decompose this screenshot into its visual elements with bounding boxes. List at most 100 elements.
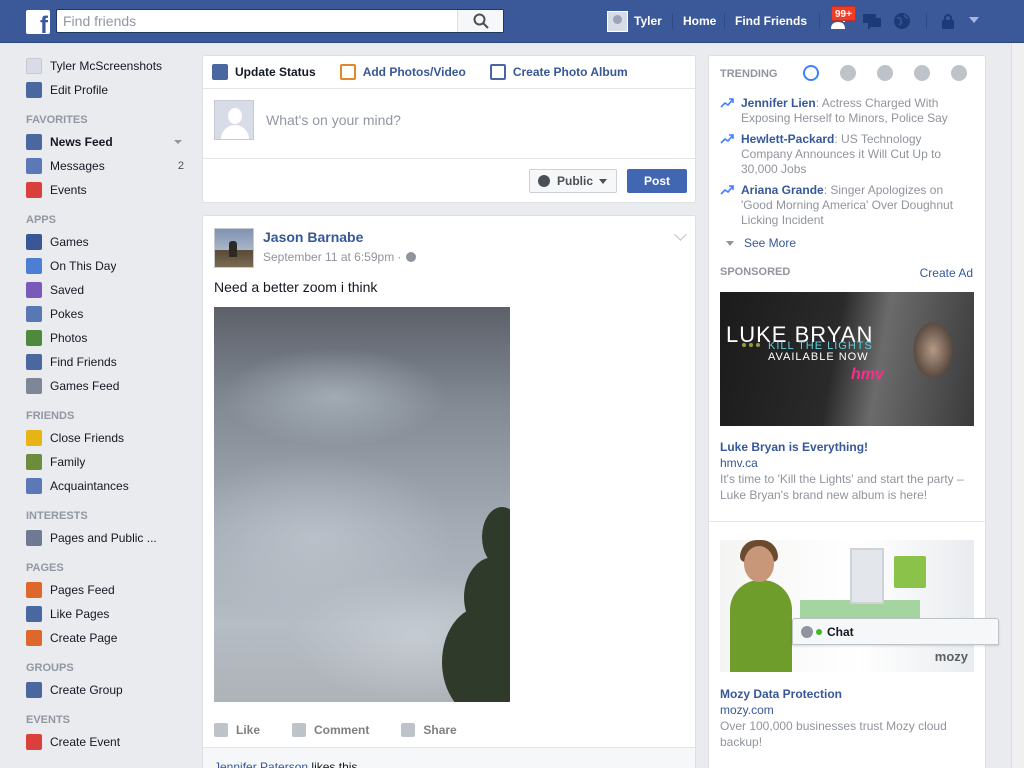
privacy-lock-icon[interactable] (938, 11, 958, 31)
liker-link[interactable]: Jennifer Paterson (214, 760, 308, 768)
post-time[interactable]: September 11 at 6:59pm · (263, 250, 402, 264)
search-button[interactable] (457, 10, 503, 32)
top-user-link[interactable]: Tyler (607, 10, 662, 32)
comment-button[interactable]: Comment (292, 723, 369, 737)
ad-image[interactable]: LUKE BRYAN KILL THE LIGHTS AVAILABLE NOW… (720, 292, 974, 426)
interests-heading: INTERESTS (26, 510, 88, 522)
top-user-name: Tyler (634, 14, 662, 28)
sidebar-item-close-friends[interactable]: Close Friends (26, 426, 192, 450)
share-label: Share (423, 723, 457, 737)
post-author[interactable]: Jason Barnabe (263, 229, 363, 245)
ad-image[interactable]: mozy (720, 540, 974, 672)
create-event-icon (26, 734, 42, 750)
friends-heading: FRIENDS (26, 410, 75, 422)
sidebar-item-pokes[interactable]: Pokes (26, 302, 192, 326)
notifications-globe-icon[interactable] (892, 11, 912, 31)
globe-icon (538, 175, 550, 187)
trending-politics-icon[interactable] (840, 65, 856, 81)
facebook-logo[interactable]: f (26, 10, 50, 34)
tab-update-status[interactable]: Update Status (212, 64, 316, 80)
album-icon (489, 64, 506, 80)
messages-icon[interactable] (862, 11, 882, 31)
tab-create-photo-album[interactable]: Create Photo Album (489, 64, 628, 80)
trending-item[interactable]: Jennifer Lien: Actress Charged With Expo… (720, 96, 970, 126)
sidebar-item-news-feed[interactable]: News Feed (26, 130, 192, 154)
sidebar-item-on-this-day[interactable]: On This Day (26, 254, 192, 278)
sidebar-item-games[interactable]: Games (26, 230, 192, 254)
pokes-icon (26, 306, 42, 322)
ad-domain[interactable]: hmv.ca (720, 456, 758, 470)
status-input[interactable]: What's on your mind? (266, 112, 401, 128)
author-avatar[interactable] (214, 228, 254, 268)
edit-profile-label: Edit Profile (50, 83, 109, 97)
post-photo[interactable] (214, 307, 510, 702)
share-button[interactable]: Share (401, 723, 457, 737)
sidebar-item-label: Games Feed (50, 379, 120, 393)
sidebar-item-label: Create Page (50, 631, 118, 645)
feed-post: Jason Barnabe September 11 at 6:59pm · N… (202, 215, 696, 768)
home-link[interactable]: Home (683, 14, 716, 28)
sidebar-item-pages-and-public[interactable]: Pages and Public ... (26, 526, 192, 550)
account-menu-caret-icon[interactable] (969, 17, 979, 23)
ad-monitor (850, 548, 884, 604)
post-button[interactable]: Post (627, 169, 687, 193)
like-button[interactable]: Like (214, 723, 260, 737)
scrollbar[interactable] (1011, 43, 1024, 768)
chat-label: Chat (827, 624, 854, 639)
top-bar: f Tyler Home Find Friends 99+ (0, 0, 1024, 43)
divider (672, 13, 673, 29)
like-pages-icon (26, 606, 42, 622)
sidebar-item-games-feed[interactable]: Games Feed (26, 374, 192, 398)
globe-icon (405, 252, 416, 262)
sidebar-item-acquaintances[interactable]: Acquaintances (26, 474, 192, 498)
privacy-selector[interactable]: Public (529, 169, 617, 193)
sidebar-item-photos[interactable]: Photos (26, 326, 192, 350)
post-options-chevron-icon[interactable] (674, 228, 687, 241)
divider (819, 13, 820, 29)
tab-add-photos-label: Add Photos/Video (362, 65, 466, 79)
post-actions: Like Comment Share (214, 716, 489, 744)
sidebar-item-create-page[interactable]: Create Page (26, 626, 192, 650)
trending-science-icon[interactable] (877, 65, 893, 81)
share-arrow-icon (401, 723, 416, 737)
status-composer: Update Status Add Photos/Video Create Ph… (202, 55, 696, 203)
trending-item[interactable]: Hewlett-Packard: US Technology Company A… (720, 132, 970, 177)
sidebar-item-events[interactable]: Events (26, 178, 192, 202)
sidebar-item-label: Pages and Public ... (50, 531, 157, 545)
sidebar-item-family[interactable]: Family (26, 450, 192, 474)
sidebar-item-create-event[interactable]: Create Event (26, 730, 192, 754)
ad-title[interactable]: Luke Bryan is Everything! (720, 440, 868, 454)
trending-top-icon[interactable] (803, 65, 819, 81)
tab-add-photos-video[interactable]: Add Photos/Video (339, 64, 466, 80)
sidebar-item-like-pages[interactable]: Like Pages (26, 602, 192, 626)
sidebar-item-messages[interactable]: Messages 2 (26, 154, 192, 178)
edit-profile-link[interactable]: Edit Profile (26, 78, 192, 102)
post-timestamp: September 11 at 6:59pm · (263, 250, 416, 264)
sidebar-item-label: On This Day (50, 259, 117, 273)
trending-item[interactable]: Ariana Grande: Singer Apologizes on 'Goo… (720, 183, 970, 228)
family-icon (26, 454, 42, 470)
chevron-down-icon[interactable] (174, 140, 182, 144)
trending-category-tabs (803, 65, 988, 81)
events-icon (26, 182, 42, 198)
sidebar-item-label: Find Friends (50, 355, 117, 369)
acquaintances-icon (26, 478, 42, 494)
trending-name: Ariana Grande (741, 183, 824, 197)
sidebar-item-saved[interactable]: Saved (26, 278, 192, 302)
trending-entertainment-icon[interactable] (951, 65, 967, 81)
ad-title[interactable]: Mozy Data Protection (720, 687, 842, 701)
trending-sports-icon[interactable] (914, 65, 930, 81)
chat-tab[interactable]: Chat (792, 618, 999, 645)
chevron-down-icon (599, 178, 608, 184)
ad-domain[interactable]: mozy.com (720, 703, 774, 717)
profile-link[interactable]: Tyler McScreenshots (26, 54, 192, 78)
sidebar-item-pages-feed[interactable]: Pages Feed (26, 578, 192, 602)
search-input[interactable] (57, 10, 457, 32)
see-more-link[interactable]: See More (726, 236, 796, 250)
sidebar-item-find-friends[interactable]: Find Friends (26, 350, 192, 374)
sidebar-item-label: Events (50, 183, 87, 197)
create-ad-link[interactable]: Create Ad (920, 266, 973, 280)
create-page-icon (26, 630, 42, 646)
sidebar-item-create-group[interactable]: Create Group (26, 678, 192, 702)
find-friends-link[interactable]: Find Friends (735, 14, 807, 28)
